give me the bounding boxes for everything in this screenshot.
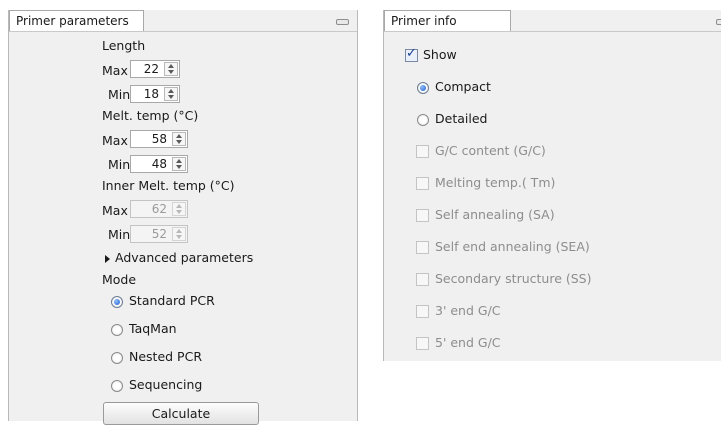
inner-melt-temp-max-spinner: 62 xyxy=(130,200,188,218)
length-min-value: 18 xyxy=(143,87,159,101)
checkbox-checked-icon[interactable]: ✓ xyxy=(405,46,418,62)
mode-option-label: Nested PCR xyxy=(129,349,203,364)
field-label: Secondary structure (SS) xyxy=(435,271,592,286)
field-label: Self end annealing (SEA) xyxy=(435,239,590,254)
field-secondary-structure: Secondary structure (SS) xyxy=(416,271,636,289)
field-label: 3' end G/C xyxy=(435,303,501,318)
field-label: 5' end G/C xyxy=(435,335,501,350)
field-label: Melting temp.( Tm) xyxy=(435,175,556,190)
inner-melt-temp-min-spinner: 52 xyxy=(130,225,188,243)
calculate-button[interactable]: Calculate xyxy=(103,402,259,425)
view-option-detailed[interactable]: Detailed xyxy=(417,111,537,129)
mode-option-sequencing[interactable]: Sequencing xyxy=(111,377,251,395)
field-gc-content: G/C content (G/C) xyxy=(416,143,636,161)
radio-icon[interactable] xyxy=(111,352,123,364)
show-label: Show xyxy=(423,47,457,62)
view-option-label: Compact xyxy=(435,79,491,94)
primer-info-panel: Primer info ✓ Show Compact Detailed G/C … xyxy=(383,10,721,361)
length-max-value: 22 xyxy=(143,62,159,76)
melt-temp-min-value: 48 xyxy=(151,157,167,171)
mode-option-taqman[interactable]: TaqMan xyxy=(111,321,251,339)
length-max-spinner[interactable]: 22 xyxy=(130,60,180,78)
spinner-arrows-icon xyxy=(172,227,186,241)
checkbox-icon xyxy=(416,273,429,286)
show-checkbox-row[interactable]: ✓ Show xyxy=(405,46,505,65)
field-self-end-annealing: Self end annealing (SEA) xyxy=(416,239,636,257)
radio-icon[interactable] xyxy=(111,380,123,392)
field-3-end-gc: 3' end G/C xyxy=(416,303,636,321)
checkbox-icon xyxy=(416,241,429,254)
spinner-arrows-icon xyxy=(172,202,186,216)
checkbox-icon xyxy=(416,209,429,222)
primer-parameters-tab-title: Primer parameters xyxy=(16,14,129,28)
field-self-annealing: Self annealing (SA) xyxy=(416,207,636,225)
field-melting-temp: Melting temp.( Tm) xyxy=(416,175,636,193)
spinner-arrows-icon[interactable] xyxy=(172,132,186,146)
melt-temp-heading: Melt. temp (°C) xyxy=(102,108,199,123)
melt-temp-max-spinner[interactable]: 58 xyxy=(130,130,188,148)
inner-melt-temp-heading: Inner Melt. temp (°C) xyxy=(102,178,235,193)
radio-selected-icon[interactable] xyxy=(111,296,123,308)
radio-icon[interactable] xyxy=(417,114,429,126)
spinner-arrows-icon[interactable] xyxy=(172,157,186,171)
minimize-icon[interactable] xyxy=(336,19,349,25)
minimize-icon[interactable] xyxy=(716,19,721,25)
field-label: Self annealing (SA) xyxy=(435,207,555,222)
expand-arrow-icon xyxy=(105,255,110,263)
radio-icon[interactable] xyxy=(111,324,123,336)
length-min-label: Min xyxy=(108,87,131,102)
spinner-arrows-icon[interactable] xyxy=(164,87,178,101)
field-5-end-gc: 5' end G/C xyxy=(416,335,636,353)
melt-temp-min-label: Min xyxy=(108,157,131,172)
mode-option-label: TaqMan xyxy=(129,321,177,336)
melt-temp-max-value: 58 xyxy=(151,132,167,146)
advanced-parameters-toggle[interactable]: Advanced parameters xyxy=(105,250,265,268)
melt-temp-min-spinner[interactable]: 48 xyxy=(130,155,188,173)
mode-option-standard-pcr[interactable]: Standard PCR xyxy=(111,293,251,311)
checkbox-icon xyxy=(416,177,429,190)
primer-parameters-tabbar: Primer parameters xyxy=(9,10,357,32)
inner-melt-temp-min-value: 52 xyxy=(151,227,167,241)
advanced-parameters-label: Advanced parameters xyxy=(115,250,254,265)
primer-info-tabbar: Primer info xyxy=(384,10,721,32)
view-option-compact[interactable]: Compact xyxy=(417,79,537,97)
mode-option-nested-pcr[interactable]: Nested PCR xyxy=(111,349,251,367)
length-min-spinner[interactable]: 18 xyxy=(130,85,180,103)
inner-melt-temp-max-label: Max xyxy=(102,203,128,218)
checkbox-icon xyxy=(416,305,429,318)
mode-option-label: Sequencing xyxy=(129,377,203,392)
melt-temp-max-label: Max xyxy=(102,133,128,148)
view-option-label: Detailed xyxy=(435,111,488,126)
mode-option-label: Standard PCR xyxy=(129,293,215,308)
primer-info-tab[interactable]: Primer info xyxy=(384,10,511,31)
length-max-label: Max xyxy=(102,63,128,78)
mode-heading: Mode xyxy=(102,272,137,287)
field-label: G/C content (G/C) xyxy=(435,143,546,158)
primer-parameters-panel: Primer parameters Length Max 22 Min 18 M… xyxy=(8,10,358,425)
inner-melt-temp-min-label: Min xyxy=(108,227,131,242)
radio-selected-icon[interactable] xyxy=(417,82,429,94)
primer-parameters-tab[interactable]: Primer parameters xyxy=(9,10,144,31)
length-heading: Length xyxy=(102,38,146,53)
spinner-arrows-icon[interactable] xyxy=(164,62,178,76)
checkbox-icon xyxy=(416,145,429,158)
inner-melt-temp-max-value: 62 xyxy=(151,202,167,216)
checkbox-icon xyxy=(416,337,429,350)
primer-info-tab-title: Primer info xyxy=(391,14,457,28)
